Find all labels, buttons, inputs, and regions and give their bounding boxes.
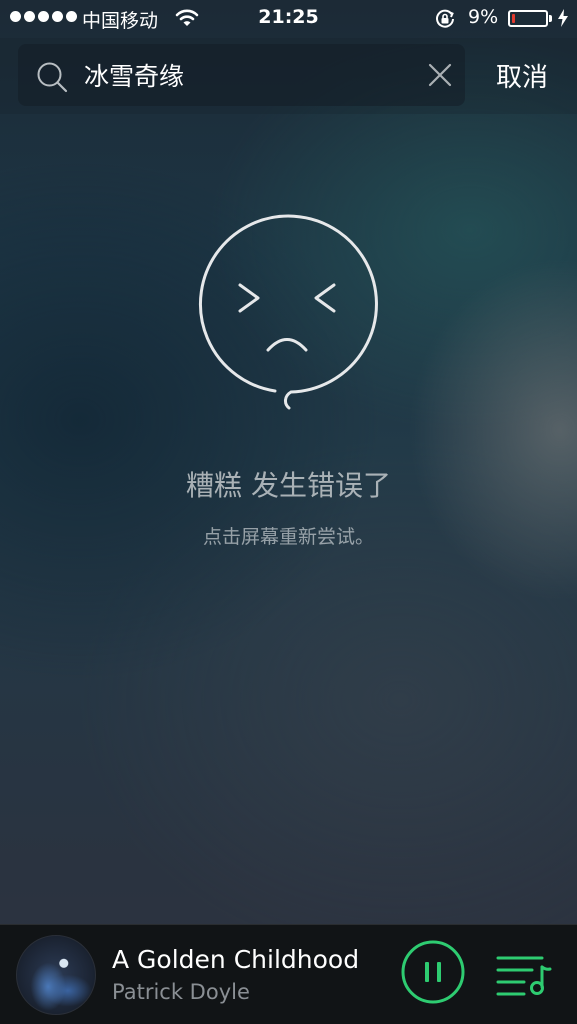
rotation-lock-icon xyxy=(436,9,454,28)
cancel-button[interactable]: 取消 xyxy=(480,44,564,106)
status-bar: 中国移动 21:25 9% xyxy=(0,0,577,38)
search-box[interactable] xyxy=(18,44,465,106)
error-title: 糟糕 发生错误了 xyxy=(186,469,391,502)
sad-face-icon xyxy=(198,214,378,410)
battery-cap xyxy=(549,15,552,22)
now-playing-bar[interactable]: A Golden Childhood Patrick Doyle xyxy=(0,924,577,1024)
search-icon xyxy=(37,62,68,93)
playlist-icon[interactable] xyxy=(494,953,554,997)
battery-icon xyxy=(508,10,548,27)
album-art[interactable] xyxy=(16,935,96,1015)
battery-fill xyxy=(512,14,515,23)
battery-percent: 9% xyxy=(468,6,499,28)
charging-bolt-icon xyxy=(558,9,568,27)
track-title: A Golden Childhood xyxy=(112,945,360,974)
search-input[interactable] xyxy=(84,44,414,106)
clear-icon[interactable] xyxy=(428,63,452,87)
track-artist: Patrick Doyle xyxy=(112,980,250,1004)
search-header: 取消 xyxy=(0,38,577,114)
pause-icon[interactable] xyxy=(400,939,466,1005)
error-subtitle: 点击屏幕重新尝试。 xyxy=(202,526,374,548)
retry-area[interactable]: 糟糕 发生错误了 点击屏幕重新尝试。 xyxy=(0,114,577,924)
